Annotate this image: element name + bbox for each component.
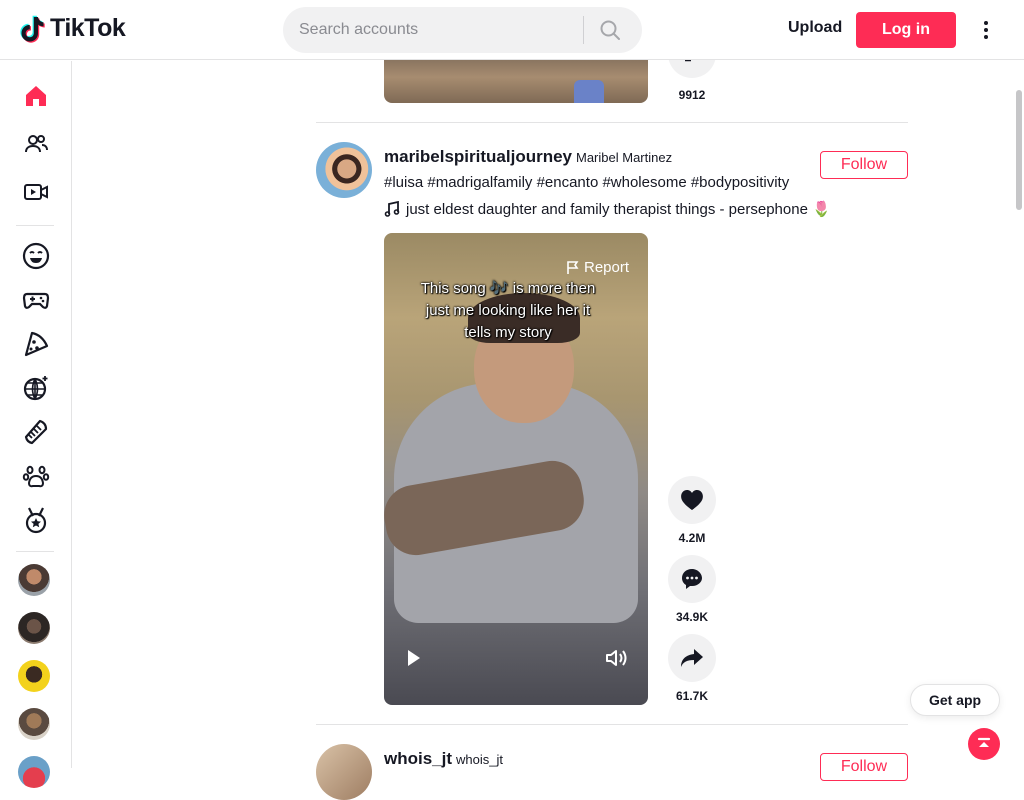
music-link[interactable]: just eldest daughter and family therapis… bbox=[384, 200, 831, 218]
next-author-info[interactable]: whois_jt whois_jt bbox=[384, 749, 503, 769]
heart-icon bbox=[681, 490, 703, 510]
sidebar-category-gaming[interactable] bbox=[16, 280, 56, 320]
live-icon bbox=[24, 184, 48, 200]
comment-button[interactable] bbox=[668, 555, 716, 603]
play-icon bbox=[408, 650, 420, 666]
post-caption[interactable]: #luisa #madrigalfamily #encanto #wholeso… bbox=[384, 174, 789, 191]
next-author-nickname: whois_jt bbox=[456, 752, 503, 767]
suggested-account-avatar[interactable] bbox=[18, 708, 50, 740]
sidebar-following[interactable] bbox=[16, 124, 56, 164]
previous-video-thumbnail[interactable] bbox=[384, 60, 648, 103]
dance-icon bbox=[23, 376, 48, 401]
previous-share-count: 9912 bbox=[678, 88, 706, 102]
suggested-account-avatar[interactable] bbox=[18, 660, 50, 692]
sidebar-category-dance[interactable] bbox=[16, 368, 56, 408]
sidebar-divider bbox=[16, 551, 54, 552]
arrow-up-icon bbox=[977, 737, 991, 747]
author-info[interactable]: maribelspiritualjourney Maribel Martinez bbox=[384, 147, 672, 167]
report-button[interactable]: Report bbox=[566, 259, 629, 276]
author-nickname: Maribel Martinez bbox=[576, 150, 673, 165]
left-sidebar bbox=[0, 61, 72, 788]
get-app-button[interactable]: Get app bbox=[910, 684, 1000, 716]
page-scrollbar[interactable] bbox=[1016, 90, 1022, 210]
search-bar bbox=[283, 7, 642, 53]
sports-medal-icon bbox=[25, 507, 47, 534]
top-header: TikTok Upload Log in bbox=[0, 0, 1024, 60]
beauty-icon bbox=[24, 419, 48, 445]
upload-link[interactable]: Upload bbox=[788, 19, 842, 37]
next-author-avatar[interactable] bbox=[316, 744, 372, 800]
suggested-account-avatar[interactable] bbox=[18, 612, 50, 644]
post-divider bbox=[316, 122, 908, 123]
comedy-icon bbox=[22, 242, 50, 270]
like-button[interactable] bbox=[668, 476, 716, 524]
comment-count: 34.9K bbox=[675, 610, 709, 624]
music-title: just eldest daughter and family therapis… bbox=[406, 201, 831, 218]
share-button[interactable] bbox=[668, 634, 716, 682]
sidebar-category-comedy[interactable] bbox=[16, 236, 56, 276]
sidebar-home[interactable] bbox=[16, 76, 56, 116]
login-button[interactable]: Log in bbox=[856, 12, 956, 48]
report-label: Report bbox=[584, 259, 630, 276]
volume-button[interactable] bbox=[604, 646, 628, 675]
suggested-account-avatar[interactable] bbox=[18, 756, 50, 788]
vertical-dots-icon bbox=[984, 21, 988, 39]
food-icon bbox=[24, 331, 49, 357]
tiktok-logo[interactable]: TikTok bbox=[20, 14, 126, 43]
like-count: 4.2M bbox=[678, 531, 706, 545]
search-icon bbox=[600, 20, 620, 40]
sidebar-category-animals[interactable] bbox=[16, 456, 56, 496]
post-divider bbox=[316, 724, 908, 725]
overlay-line: tells my story bbox=[464, 324, 552, 341]
sidebar-live[interactable] bbox=[16, 172, 56, 212]
overlay-line: just me looking like her it bbox=[425, 302, 591, 319]
more-menu-button[interactable] bbox=[976, 18, 996, 42]
play-button[interactable] bbox=[404, 646, 424, 675]
gaming-icon bbox=[22, 292, 50, 309]
tiktok-logo-icon bbox=[20, 15, 45, 43]
search-button[interactable] bbox=[584, 7, 636, 53]
next-author-username[interactable]: whois_jt bbox=[384, 749, 452, 768]
following-icon bbox=[25, 135, 48, 153]
author-avatar[interactable] bbox=[316, 142, 372, 198]
share-count: 61.7K bbox=[675, 689, 709, 703]
comment-icon bbox=[682, 569, 702, 589]
sidebar-divider bbox=[16, 225, 54, 226]
sidebar-category-food[interactable] bbox=[16, 324, 56, 364]
author-username[interactable]: maribelspiritualjourney bbox=[384, 147, 572, 166]
overlay-line: This song 🎶 is more then bbox=[420, 280, 596, 297]
next-follow-button[interactable]: Follow bbox=[820, 753, 908, 781]
sidebar-category-beauty[interactable] bbox=[16, 412, 56, 452]
music-note-icon bbox=[384, 201, 400, 217]
volume-icon bbox=[606, 650, 627, 666]
scroll-to-top-button[interactable] bbox=[968, 728, 1000, 760]
video-text-overlay: This song 🎶 is more then just me looking… bbox=[398, 278, 618, 344]
animals-icon bbox=[22, 465, 50, 488]
logo-text: TikTok bbox=[50, 14, 126, 42]
share-icon bbox=[681, 649, 703, 667]
video-detail bbox=[574, 80, 604, 103]
suggested-account-avatar[interactable] bbox=[18, 564, 50, 596]
flag-icon bbox=[567, 260, 579, 274]
home-icon bbox=[26, 86, 46, 106]
search-input[interactable] bbox=[283, 21, 583, 39]
follow-button[interactable]: Follow bbox=[820, 151, 908, 179]
sidebar-category-sports[interactable] bbox=[16, 500, 56, 540]
